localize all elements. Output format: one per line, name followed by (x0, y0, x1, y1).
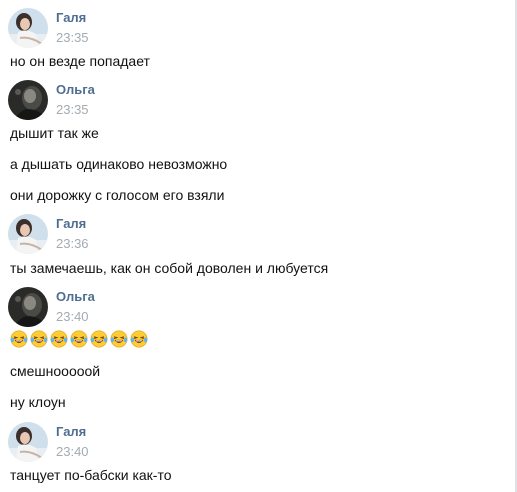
message-text: ты замечаешь, как он собой доволен и люб… (10, 260, 329, 276)
message-time: 23:35 (56, 30, 89, 45)
dark-photo-avatar[interactable] (8, 80, 48, 120)
message-time: 23:35 (56, 102, 89, 117)
author-name[interactable]: Галя (56, 216, 86, 231)
laughing-with-tears-emoji (30, 330, 48, 348)
laughing-with-tears-emoji (90, 330, 108, 348)
author-name[interactable]: Галя (56, 424, 86, 439)
message-text: но он везде попадает (10, 53, 150, 69)
message-header: Галя 23:40 (8, 422, 308, 466)
message-text: дышит так же (10, 125, 99, 141)
message-time: 23:40 (56, 309, 89, 324)
message-time: 23:40 (56, 444, 89, 459)
chat-history: Галя 23:35 но он везде попадает Ольга 23… (0, 0, 515, 492)
message-text: смешнооооой (10, 363, 101, 379)
message-header: Галя 23:36 (8, 214, 308, 258)
dark-photo-avatar[interactable] (8, 287, 48, 327)
laughing-with-tears-emoji (110, 330, 128, 348)
message-header: Ольга 23:40 (8, 287, 308, 331)
message-text: ну клоун (10, 394, 66, 410)
message-time: 23:36 (56, 236, 89, 251)
emoji-row (10, 330, 148, 350)
woman-photo-avatar[interactable] (8, 422, 48, 462)
message-text: танцует по-бабски как-то (10, 467, 172, 483)
author-name[interactable]: Галя (56, 10, 86, 25)
message-text: они дорожку с голосом его взяли (10, 187, 225, 203)
woman-photo-avatar[interactable] (8, 214, 48, 254)
laughing-with-tears-emoji (70, 330, 88, 348)
message-header: Ольга 23:35 (8, 80, 308, 124)
laughing-with-tears-emoji (10, 330, 28, 348)
message-header: Галя 23:35 (8, 8, 308, 52)
woman-photo-avatar[interactable] (8, 8, 48, 48)
laughing-with-tears-emoji (130, 330, 148, 348)
author-name[interactable]: Ольга (56, 289, 95, 304)
author-name[interactable]: Ольга (56, 82, 95, 97)
laughing-with-tears-emoji (50, 330, 68, 348)
message-text: а дышать одинаково невозможно (10, 156, 228, 172)
